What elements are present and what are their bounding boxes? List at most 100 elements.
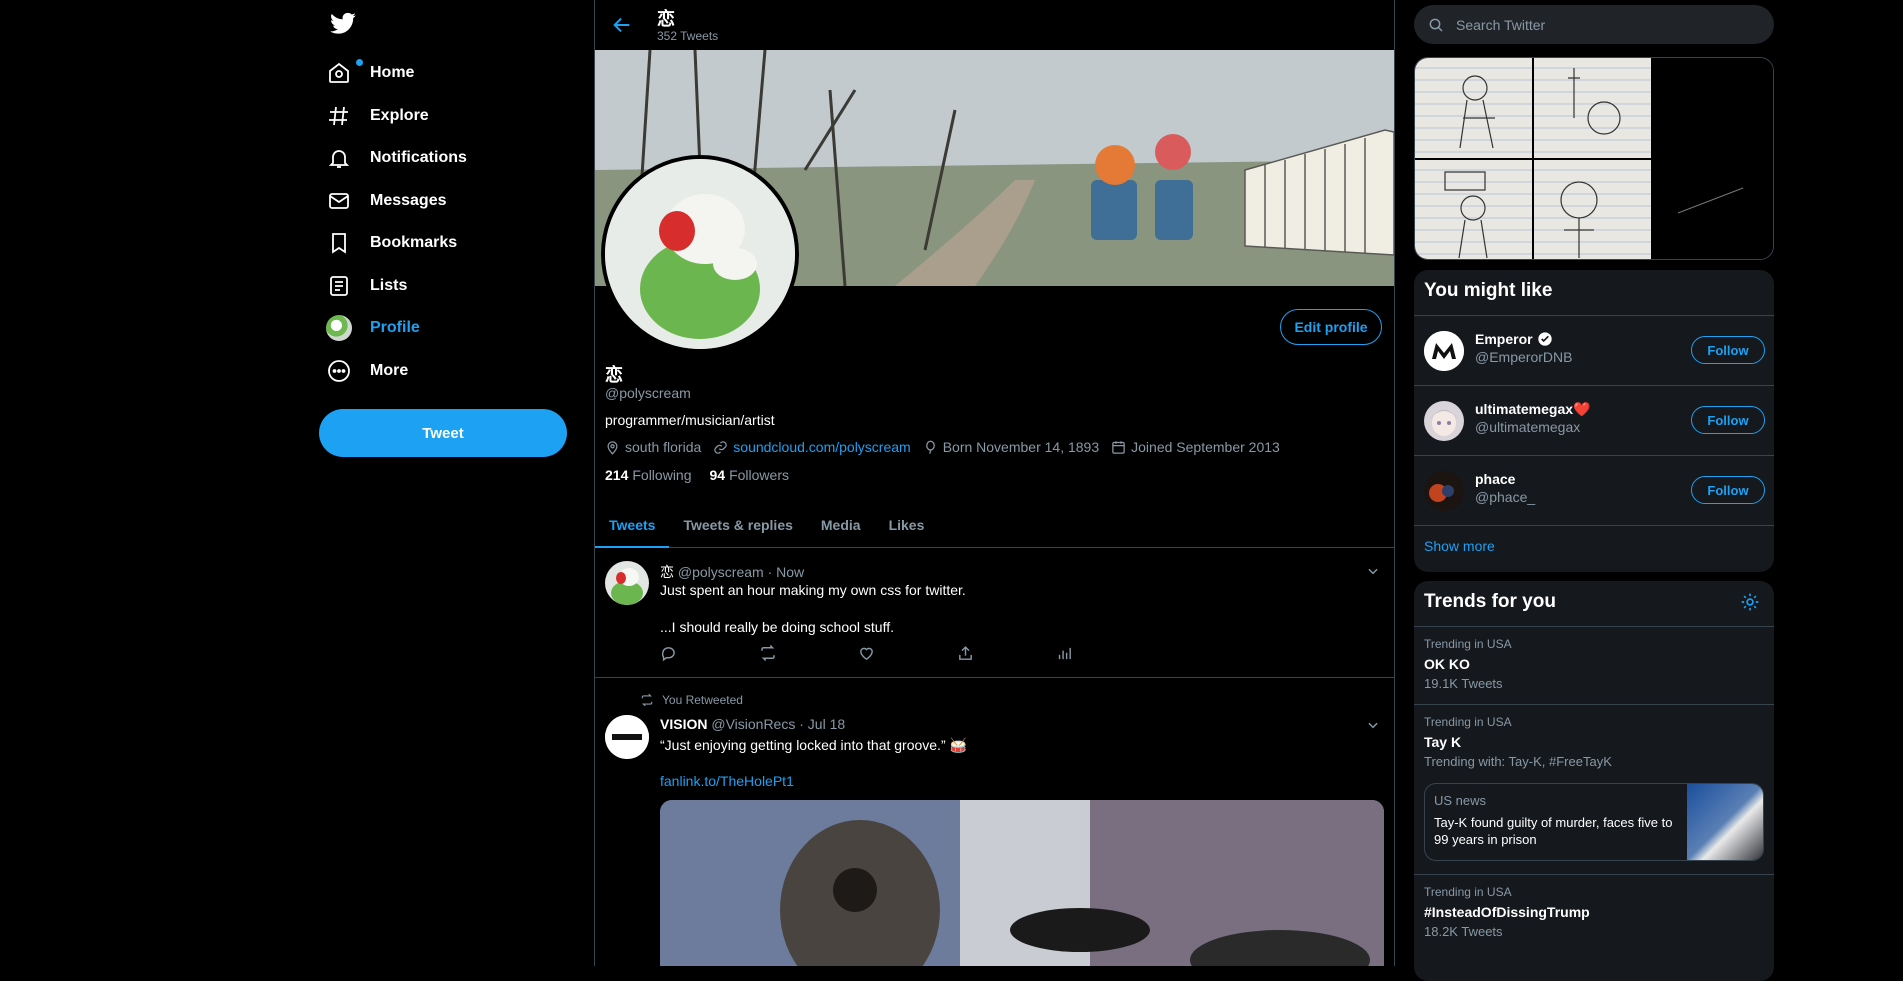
- trend-context: Trending in USA: [1424, 637, 1512, 651]
- home-icon: [325, 59, 363, 87]
- nav-item-notifications[interactable]: Notifications: [325, 141, 467, 175]
- news-card[interactable]: US news Tay-K found guilty of murder, fa…: [1424, 783, 1764, 861]
- trend-item[interactable]: Trending in USA #InsteadOfDissingTrump 1…: [1414, 874, 1774, 952]
- profile-stats: 214 Following 94 Followers: [605, 467, 789, 483]
- profile-location: south florida: [605, 439, 701, 455]
- profile-meta: south florida soundcloud.com/polyscream …: [605, 439, 1280, 455]
- follow-button[interactable]: Follow: [1691, 476, 1765, 504]
- twitter-logo-icon[interactable]: [329, 10, 361, 42]
- avatar[interactable]: [1424, 331, 1464, 371]
- media-thumb[interactable]: [1534, 160, 1651, 259]
- tweet-actions: [660, 643, 1155, 663]
- back-arrow-icon[interactable]: [607, 10, 637, 40]
- tweet-header: VISION @VisionRecs · Jul 18: [660, 716, 845, 732]
- trend-name[interactable]: #InsteadOfDissingTrump: [1424, 904, 1590, 920]
- avatar[interactable]: [1424, 401, 1464, 441]
- mail-icon: [325, 187, 353, 215]
- tweet-author-name[interactable]: 恋: [660, 564, 674, 580]
- gear-icon[interactable]: [1740, 592, 1760, 617]
- tweet[interactable]: 恋 @polyscream · Now Just spent an hour m…: [595, 548, 1394, 678]
- media-thumb[interactable]: [1415, 160, 1532, 259]
- like-icon[interactable]: [858, 643, 957, 663]
- tab-tweets-replies[interactable]: Tweets & replies: [669, 503, 806, 547]
- tweet[interactable]: You Retweeted VISION @VisionRecs · Jul 1…: [595, 678, 1394, 966]
- suggestion-handle: @EmperorDNB: [1475, 349, 1573, 365]
- location-text: south florida: [625, 439, 702, 455]
- media-thumb[interactable]: [1415, 58, 1532, 158]
- tweet-button[interactable]: Tweet: [319, 409, 567, 457]
- media-thumb[interactable]: [1534, 58, 1651, 158]
- trend-name[interactable]: OK KO: [1424, 656, 1470, 672]
- trend-item[interactable]: Trending in USA OK KO 19.1K Tweets: [1414, 626, 1774, 704]
- trend-name[interactable]: Tay K: [1424, 734, 1461, 750]
- tweet-time[interactable]: · Now: [768, 564, 805, 580]
- nav-item-lists[interactable]: Lists: [325, 269, 407, 303]
- link-text[interactable]: soundcloud.com/polyscream: [733, 439, 910, 455]
- follow-suggestion[interactable]: phace @phace_ Follow: [1414, 455, 1774, 526]
- bell-icon: [325, 144, 353, 172]
- tweet-time[interactable]: · Jul 18: [799, 716, 845, 732]
- chevron-down-icon[interactable]: [1366, 564, 1380, 578]
- analytics-icon[interactable]: [1056, 643, 1155, 663]
- avatar: [325, 314, 353, 342]
- tweet-author-handle[interactable]: @VisionRecs: [711, 716, 795, 732]
- profile-joined: Joined September 2013: [1111, 439, 1280, 455]
- nav-item-more[interactable]: More: [325, 354, 408, 388]
- nav-item-bookmarks[interactable]: Bookmarks: [325, 226, 457, 260]
- follow-button[interactable]: Follow: [1691, 406, 1765, 434]
- nav-label-bookmarks: Bookmarks: [370, 234, 458, 251]
- share-icon[interactable]: [957, 643, 1056, 663]
- nav-label-notifications: Notifications: [370, 149, 467, 166]
- nav-label-lists: Lists: [370, 277, 408, 294]
- tweet-author-handle[interactable]: @polyscream: [678, 564, 764, 580]
- profile-avatar[interactable]: [601, 155, 799, 353]
- chevron-down-icon[interactable]: [1366, 718, 1380, 732]
- tweet-link[interactable]: fanlink.to/TheHolePt1: [660, 773, 794, 789]
- tweet-author-name[interactable]: VISION: [660, 716, 707, 732]
- news-source: US news: [1434, 793, 1487, 808]
- retweet-icon[interactable]: [759, 643, 858, 663]
- tweet-media[interactable]: [660, 800, 1384, 966]
- following-link[interactable]: 214 Following: [605, 467, 692, 483]
- reply-icon[interactable]: [660, 643, 759, 663]
- suggestion-name[interactable]: ultimatemegax❤️: [1475, 401, 1590, 418]
- hashtag-icon: [325, 102, 353, 130]
- avatar[interactable]: [1424, 471, 1464, 511]
- tweet-text-line: ...I should really be doing school stuff…: [660, 619, 894, 635]
- follow-button[interactable]: Follow: [1691, 336, 1765, 364]
- trend-item[interactable]: Trending in USA Tay K Trending with: Tay…: [1414, 704, 1774, 874]
- joined-text: Joined September 2013: [1131, 439, 1280, 455]
- profile-media-grid[interactable]: [1414, 57, 1774, 260]
- notification-dot: [356, 59, 363, 66]
- followers-label: Followers: [729, 467, 789, 483]
- media-thumb[interactable]: [1653, 58, 1773, 259]
- tab-tweets[interactable]: Tweets: [595, 503, 670, 548]
- profile-name: 恋: [605, 365, 623, 385]
- location-icon: [607, 440, 618, 455]
- tweet-avatar[interactable]: [605, 561, 649, 605]
- follow-suggestion[interactable]: ultimatemegax❤️ @ultimatemegax Follow: [1414, 385, 1774, 456]
- suggestion-name-text: Emperor: [1475, 331, 1533, 347]
- show-more-link[interactable]: Show more: [1424, 538, 1495, 554]
- nav-item-home[interactable]: Home: [325, 56, 414, 90]
- verified-badge-icon: [1537, 332, 1552, 346]
- header-tweet-count: 352 Tweets: [657, 29, 719, 43]
- nav-item-profile[interactable]: Profile: [325, 311, 420, 345]
- search-input[interactable]: Search Twitter: [1414, 5, 1774, 44]
- followers-link[interactable]: 94 Followers: [710, 467, 789, 483]
- nav-label-home: Home: [370, 64, 415, 81]
- profile-link[interactable]: soundcloud.com/polyscream: [713, 439, 911, 455]
- tweet-avatar[interactable]: [605, 715, 649, 759]
- suggestion-name[interactable]: phace: [1475, 471, 1515, 487]
- tab-likes[interactable]: Likes: [875, 503, 939, 547]
- suggestion-name[interactable]: Emperor: [1475, 331, 1553, 347]
- edit-profile-button[interactable]: Edit profile: [1280, 309, 1382, 345]
- tab-media[interactable]: Media: [807, 503, 875, 547]
- nav-item-explore[interactable]: Explore: [325, 99, 429, 133]
- trend-count: 18.2K Tweets: [1424, 924, 1503, 939]
- nav-item-messages[interactable]: Messages: [325, 184, 447, 218]
- nav-label-explore: Explore: [370, 107, 429, 124]
- follow-suggestion[interactable]: Emperor @EmperorDNB Follow: [1414, 315, 1774, 386]
- balloon-icon: [925, 440, 935, 454]
- tweet-header: 恋 @polyscream · Now: [660, 562, 804, 582]
